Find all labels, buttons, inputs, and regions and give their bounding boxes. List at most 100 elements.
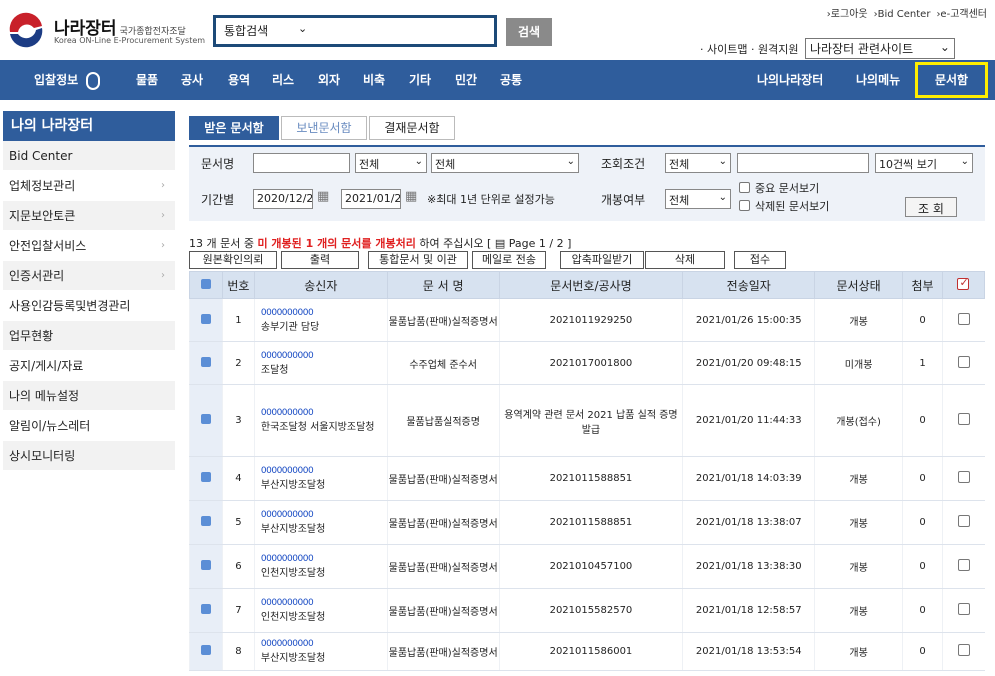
row-checkbox[interactable] bbox=[957, 603, 970, 615]
tab-approval[interactable]: 결재문서함 bbox=[369, 116, 455, 140]
table-row[interactable]: 7 0000000000 인천지방조달청 물품납품(판매)실적증명서 202101558… bbox=[189, 588, 985, 633]
sender-id[interactable]: 0000000000 bbox=[261, 351, 387, 361]
verify-original-button[interactable]: 원본확인의뢰 bbox=[189, 251, 277, 269]
print-button[interactable]: 출력 bbox=[281, 251, 359, 269]
doc-subtype-select[interactable]: 전체 ⌄ bbox=[431, 153, 579, 173]
table-row[interactable]: 6 0000000000 인천지방조달청 물품납품(판매)실적증명서 202101045… bbox=[189, 544, 985, 589]
sidebar-item-fingerprint-token[interactable]: 지문보안토큰 › bbox=[3, 201, 175, 231]
table-row[interactable]: 3 0000000000 한국조달청 서울지방조달청 물품납품실적증명 용역계약 관련 … bbox=[189, 384, 985, 457]
table-row[interactable]: 1 0000000000 송부기관 담당 물품납품(판매)실적증명서 202101192… bbox=[189, 298, 985, 342]
row-docno[interactable]: 2021011586001 bbox=[498, 632, 683, 671]
important-docs-checkbox[interactable] bbox=[739, 182, 750, 193]
row-docno[interactable]: 용역계약 관련 문서 2021 납품 실적 증명 발급 bbox=[498, 384, 683, 457]
row-docno[interactable]: 2021010457100 bbox=[498, 544, 683, 589]
nav-lease[interactable]: 리스 bbox=[272, 60, 294, 100]
sender-id[interactable]: 0000000000 bbox=[261, 408, 387, 418]
sidebar-item-newsletter[interactable]: 알림이/뉴스레터 bbox=[3, 411, 175, 441]
row-docno[interactable]: 2021015582570 bbox=[498, 588, 683, 633]
zip-download-button[interactable]: 압축파일받기 bbox=[560, 251, 644, 269]
row-sender[interactable]: 0000000000 인천지방조달청 bbox=[253, 544, 388, 589]
select-all-checkbox[interactable]: ✓ bbox=[957, 276, 970, 290]
row-checkbox[interactable] bbox=[957, 355, 970, 368]
table-row[interactable]: 4 0000000000 부산지방조달청 물품납품(판매)실적증명서 202101158… bbox=[189, 456, 985, 501]
email-send-button[interactable]: 메일로 전송 bbox=[472, 251, 546, 269]
nav-service[interactable]: 용역 bbox=[228, 60, 250, 100]
sidebar-item-company-info[interactable]: 업체정보관리 › bbox=[3, 171, 175, 201]
nav-construction[interactable]: 공사 bbox=[181, 60, 203, 100]
query-button[interactable]: 조 회 bbox=[905, 197, 957, 217]
sidebar-item-monitoring[interactable]: 상시모니터링 bbox=[3, 441, 175, 471]
search-type-select[interactable]: 통합검색 bbox=[224, 22, 268, 39]
date-from-input[interactable]: 2020/12/26 bbox=[253, 189, 313, 209]
condition-input[interactable] bbox=[737, 153, 869, 173]
nav-goods[interactable]: 물품 bbox=[136, 60, 158, 100]
tab-received[interactable]: 받은 문서함 bbox=[189, 116, 279, 140]
row-sender[interactable]: 0000000000 부산지방조달청 bbox=[253, 632, 388, 671]
nav-common[interactable]: 공통 bbox=[500, 60, 522, 100]
logout-link[interactable]: ›로그아웃 bbox=[827, 9, 868, 20]
sidebar-item-bid-center[interactable]: Bid Center bbox=[3, 141, 175, 171]
document-icon bbox=[200, 516, 211, 526]
nav-document-box[interactable]: 문서함 bbox=[915, 62, 988, 98]
row-checkbox[interactable] bbox=[957, 515, 970, 527]
table-row[interactable]: 8 0000000000 부산지방조달청 물품납품(판매)실적증명서 202101158… bbox=[189, 632, 985, 671]
search-box[interactable]: 통합검색 ⌄ bbox=[213, 15, 497, 47]
sender-id[interactable]: 0000000000 bbox=[261, 639, 387, 649]
nav-my-menu[interactable]: 나의메뉴 bbox=[856, 60, 900, 100]
bid-center-link[interactable]: ›Bid Center bbox=[874, 9, 931, 20]
row-checkbox[interactable] bbox=[957, 559, 970, 571]
row-sender[interactable]: 0000000000 부산지방조달청 bbox=[253, 456, 388, 501]
calendar-icon[interactable]: ▦ bbox=[317, 189, 329, 204]
row-checkbox[interactable] bbox=[957, 413, 970, 425]
nav-etc[interactable]: 기타 bbox=[409, 60, 431, 100]
docname-input[interactable] bbox=[253, 153, 350, 173]
date-to-input[interactable]: 2021/01/26 bbox=[341, 189, 401, 209]
integrate-transfer-button[interactable]: 통합문서 및 이관 bbox=[368, 251, 468, 269]
sender-id[interactable]: 0000000000 bbox=[261, 308, 387, 318]
delete-button[interactable]: 삭제 bbox=[645, 251, 725, 269]
sidebar-item-notice-board[interactable]: 공지/게시/자료 bbox=[3, 351, 175, 381]
page-size-select[interactable]: 10건씩 보기 ⌄ bbox=[875, 153, 973, 173]
row-sender[interactable]: 0000000000 송부기관 담당 bbox=[253, 298, 388, 342]
nav-my-narajangter[interactable]: 나의나라장터 bbox=[757, 60, 823, 100]
nav-private[interactable]: 민간 bbox=[455, 60, 477, 100]
row-docno[interactable]: 2021017001800 bbox=[498, 341, 683, 385]
calendar-icon[interactable]: ▦ bbox=[405, 189, 417, 204]
row-sender[interactable]: 0000000000 인천지방조달청 bbox=[253, 588, 388, 633]
row-sender[interactable]: 0000000000 부산지방조달청 bbox=[253, 500, 388, 545]
row-checkbox[interactable] bbox=[957, 644, 970, 656]
doc-type-select[interactable]: 전체 ⌄ bbox=[355, 153, 427, 173]
receive-button[interactable]: 접수 bbox=[734, 251, 786, 269]
nav-foreign[interactable]: 외자 bbox=[318, 60, 340, 100]
nav-bid-info[interactable]: 입찰정보 bbox=[34, 60, 101, 100]
related-sites-select[interactable]: 나라장터 관련사이트 ⌄ bbox=[804, 38, 955, 59]
sender-id[interactable]: 0000000000 bbox=[261, 466, 387, 476]
sidebar-item-work-status[interactable]: 업무현황 bbox=[3, 321, 175, 351]
row-sender[interactable]: 0000000000 조달청 bbox=[253, 341, 388, 385]
table-row[interactable]: 2 0000000000 조달청 수주업체 준수서 2021017001800 2021/… bbox=[189, 341, 985, 385]
sender-id[interactable]: 0000000000 bbox=[261, 554, 387, 564]
row-checkbox[interactable] bbox=[957, 471, 970, 483]
open-status-select[interactable]: 전체 ⌄ bbox=[665, 189, 731, 209]
sender-id[interactable]: 0000000000 bbox=[261, 598, 387, 608]
search-button[interactable]: 검색 bbox=[506, 18, 552, 46]
sidebar-item-seal-registration[interactable]: 사용인감등록및변경관리 bbox=[3, 291, 175, 321]
condition-select[interactable]: 전체 ⌄ bbox=[665, 153, 731, 173]
sidebar-item-certificate[interactable]: 인증서관리 › bbox=[3, 261, 175, 291]
sitemap-links[interactable]: · 사이트맵 · 원격지원 bbox=[700, 43, 798, 56]
row-status: 개봉 bbox=[814, 500, 903, 545]
row-sender[interactable]: 0000000000 한국조달청 서울지방조달청 bbox=[253, 384, 388, 457]
nav-stockpile[interactable]: 비축 bbox=[363, 60, 385, 100]
row-docno[interactable]: 2021011588851 bbox=[498, 456, 683, 501]
table-row[interactable]: 5 0000000000 부산지방조달청 물품납품(판매)실적증명서 202101158… bbox=[189, 500, 985, 545]
deleted-docs-checkbox[interactable] bbox=[739, 200, 750, 211]
sidebar-item-safe-bid[interactable]: 안전입찰서비스 › bbox=[3, 231, 175, 261]
row-checkbox[interactable] bbox=[957, 312, 970, 325]
logo[interactable]: 나라장터 국가종합전자조달 Korea ON-Line E-Procurement… bbox=[6, 10, 206, 50]
tab-sent[interactable]: 보낸문서함 bbox=[281, 116, 367, 140]
row-docno[interactable]: 2021011588851 bbox=[498, 500, 683, 545]
sidebar-item-my-menu-settings[interactable]: 나의 메뉴설정 bbox=[3, 381, 175, 411]
row-docno[interactable]: 2021011929250 bbox=[498, 298, 683, 342]
customer-center-link[interactable]: ›e-고객센터 bbox=[936, 9, 987, 20]
sender-id[interactable]: 0000000000 bbox=[261, 510, 387, 520]
